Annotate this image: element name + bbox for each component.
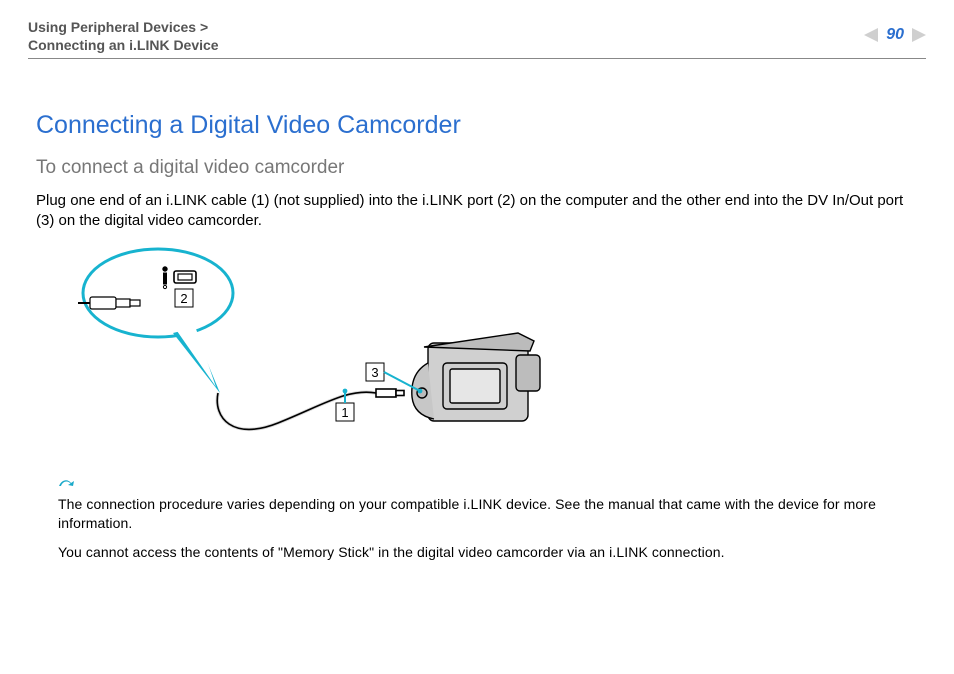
header-rule [28, 58, 926, 59]
note-line-2: You cannot access the contents of "Memor… [58, 543, 918, 562]
page-navigation: 90 [864, 18, 926, 46]
note-icon [58, 475, 76, 487]
callout-2-label: 2 [180, 291, 187, 306]
body-text: Plug one end of an i.LINK cable (1) (not… [36, 191, 918, 232]
camcorder-icon [412, 333, 540, 421]
page-title: Connecting a Digital Video Camcorder [36, 109, 926, 143]
callout-bubble [83, 249, 233, 393]
breadcrumb-top: Using Peripheral Devices [28, 19, 196, 35]
breadcrumb-bottom: Connecting an i.LINK Device [28, 37, 219, 53]
callout-3: 3 [366, 363, 384, 381]
callout-3-label: 3 [371, 365, 378, 380]
breadcrumb: Using Peripheral Devices > Connecting an… [28, 18, 219, 54]
prev-page-icon[interactable] [864, 28, 878, 42]
page-number: 90 [886, 24, 904, 46]
ilink-cable [217, 389, 404, 429]
connection-diagram: 2 1 3 [48, 243, 926, 464]
note-block: The connection procedure varies dependin… [58, 473, 918, 563]
callout-1-label: 1 [341, 405, 348, 420]
page-subtitle: To connect a digital video camcorder [36, 155, 926, 181]
callout-2: 2 [175, 289, 193, 307]
next-page-icon[interactable] [912, 28, 926, 42]
note-line-1: The connection procedure varies dependin… [58, 495, 918, 533]
breadcrumb-separator: > [200, 19, 208, 35]
